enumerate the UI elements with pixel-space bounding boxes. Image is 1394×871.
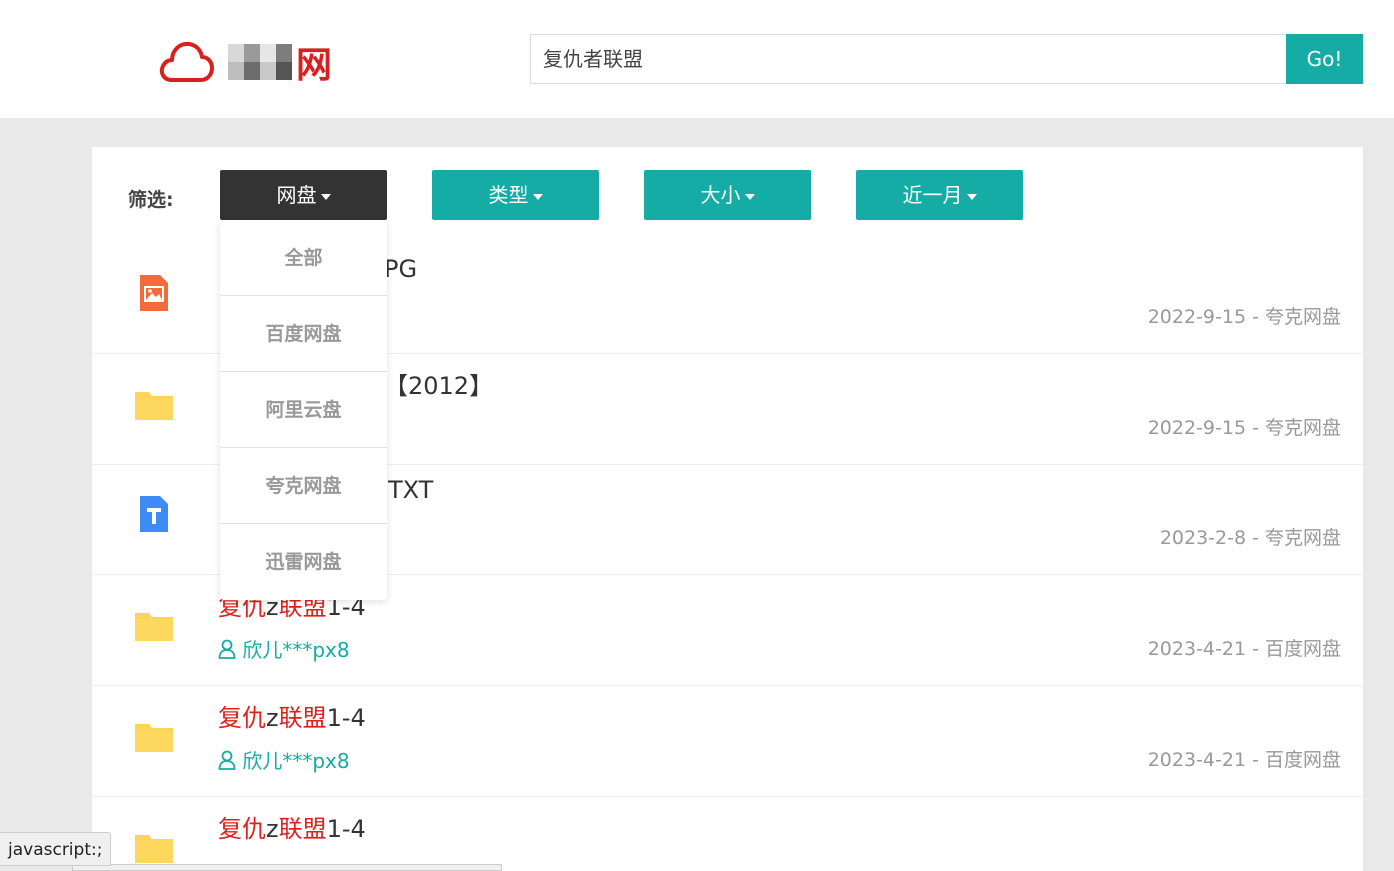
result-meta: 2022-9-15 - 夸克网盘	[1147, 306, 1341, 328]
filter-type-label: 类型	[488, 183, 529, 207]
result-meta: 2022-9-15 - 夸克网盘	[1147, 417, 1341, 439]
filter-label: 筛选:	[128, 189, 174, 211]
dropdown-item-xunlei[interactable]: 迅雷网盘	[220, 524, 387, 600]
dropdown-item-all[interactable]: 全部	[220, 220, 387, 296]
title-text: z	[266, 815, 279, 843]
search-input[interactable]: 复仇者联盟	[530, 34, 1287, 84]
browser-bottom-strip	[72, 864, 502, 871]
result-meta: 2023-4-21 - 百度网盘	[1147, 638, 1341, 660]
result-row[interactable]: 复仇z联盟1-4 欣儿***px8 2023-4-21 - 百度网盘	[92, 686, 1363, 797]
logo-blurred-text	[228, 44, 308, 80]
result-user[interactable]: 欣儿***px8	[218, 634, 350, 663]
title-highlight: 复仇	[218, 815, 266, 843]
caret-down-icon	[320, 193, 331, 200]
user-icon	[218, 639, 236, 659]
title-text: 1-4	[326, 704, 366, 732]
result-meta: 2023-2-8 - 夸克网盘	[1159, 527, 1341, 549]
cloud-icon	[159, 41, 214, 82]
filter-time-label: 近一月	[902, 183, 963, 207]
title-text: z	[266, 704, 279, 732]
filter-size-label: 大小	[700, 183, 741, 207]
result-title[interactable]: 复仇z联盟1-4	[218, 809, 366, 844]
folder-icon	[135, 613, 173, 641]
title-highlight: 联盟	[278, 815, 327, 843]
user-name: 欣儿***px8	[242, 638, 350, 662]
title-highlight: 复仇	[218, 704, 266, 732]
result-meta: 2023-4-21 - 百度网盘	[1147, 749, 1341, 771]
dropdown-item-baidu[interactable]: 百度网盘	[220, 296, 387, 372]
title-highlight: 联盟	[278, 704, 327, 732]
image-file-icon	[140, 275, 168, 311]
result-title[interactable]: 复仇z联盟1-4	[218, 698, 366, 733]
folder-icon	[135, 835, 173, 863]
filter-type-button[interactable]: 类型	[432, 170, 599, 220]
text-file-icon	[140, 496, 168, 532]
search-button[interactable]: Go!	[1286, 34, 1363, 84]
result-row[interactable]: 复仇z联盟1-4	[92, 797, 1363, 871]
filter-drive-label: 网盘	[276, 183, 317, 207]
drive-filter-dropdown: 全部 百度网盘 阿里云盘 夸克网盘 迅雷网盘	[220, 220, 387, 600]
status-bar-url: javascript:;	[0, 832, 112, 866]
result-user[interactable]: 欣儿***px8	[218, 745, 350, 774]
caret-down-icon	[532, 193, 543, 200]
title-text: TXT	[388, 476, 434, 504]
caret-down-icon	[966, 193, 977, 200]
dropdown-item-aliyun[interactable]: 阿里云盘	[220, 372, 387, 448]
folder-icon	[135, 724, 173, 752]
filter-time-button[interactable]: 近一月	[856, 170, 1023, 220]
folder-icon	[135, 392, 173, 420]
filter-size-button[interactable]: 大小	[644, 170, 811, 220]
caret-down-icon	[744, 193, 755, 200]
title-text: 【2012】	[384, 372, 494, 400]
user-icon	[218, 750, 236, 770]
site-logo[interactable]: 网	[158, 36, 332, 88]
dropdown-item-quark[interactable]: 夸克网盘	[220, 448, 387, 524]
title-text: 1-4	[326, 815, 366, 843]
title-text: PG	[384, 255, 418, 283]
user-name: 欣儿***px8	[242, 749, 350, 773]
filter-drive-button[interactable]: 网盘	[220, 170, 387, 220]
site-header: 网 复仇者联盟 Go!	[0, 0, 1394, 118]
